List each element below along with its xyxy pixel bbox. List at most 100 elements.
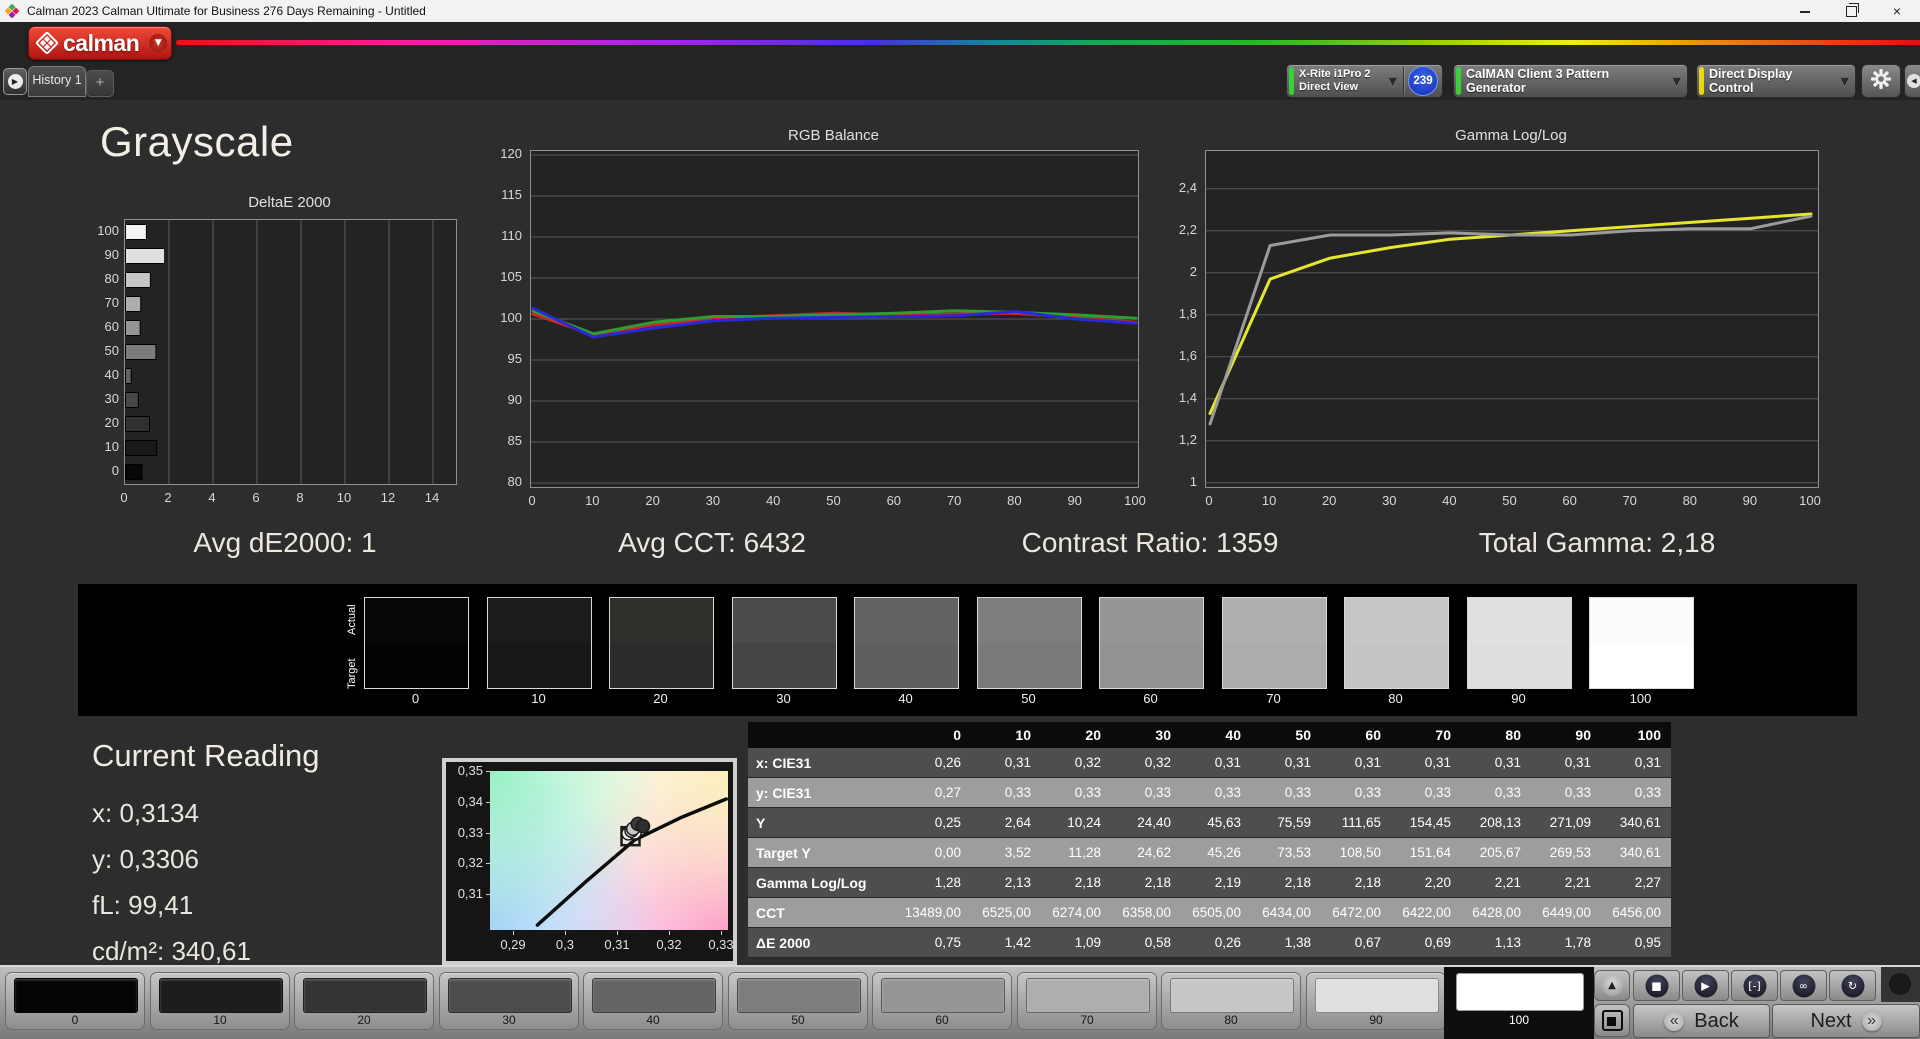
- calman-menu-button[interactable]: calman ▼: [28, 26, 172, 60]
- table-cell: 6274,00: [1041, 897, 1111, 928]
- table-cell: 2,18: [1041, 867, 1111, 898]
- table-cell: 271,09: [1531, 807, 1601, 838]
- display-control-dropdown[interactable]: Direct Display Control ▼: [1696, 64, 1856, 98]
- window-square-icon: [1601, 1010, 1623, 1031]
- settings-button[interactable]: [1861, 64, 1901, 98]
- current-reading-cdm2: cd/m²: 340,61: [92, 936, 251, 966]
- table-cell: 1,78: [1531, 927, 1601, 958]
- swatch-actual: [733, 598, 836, 643]
- next-button[interactable]: Next »: [1772, 1004, 1920, 1038]
- gamma-xtick-label: 20: [1321, 493, 1337, 508]
- display-control-label: Direct Display Control: [1709, 67, 1793, 95]
- minimize-button[interactable]: [1782, 0, 1828, 22]
- table-cell: 0,31: [1601, 748, 1671, 778]
- table-row-label: Gamma Log/Log: [748, 867, 901, 898]
- pattern-window-button[interactable]: [-]: [1731, 970, 1778, 1001]
- pattern-level-button-10[interactable]: 10: [150, 972, 290, 1030]
- deltae-ytick-label: 10: [104, 439, 119, 454]
- pattern-swatch: [1170, 978, 1294, 1013]
- pattern-level-button-50[interactable]: 50: [728, 972, 868, 1030]
- continuous-measure-button[interactable]: ∞: [1780, 970, 1827, 1001]
- swatch-target: [1100, 643, 1203, 688]
- sidebar-expand-button[interactable]: ▶: [3, 68, 27, 95]
- restore-button[interactable]: [1828, 0, 1874, 22]
- collapse-panel-button[interactable]: ◀: [1904, 64, 1920, 98]
- cie-ytick-mark: [486, 894, 490, 895]
- deltae-ytick-label: 90: [104, 247, 119, 262]
- rgb-ytick-label: 80: [507, 474, 522, 489]
- play-button[interactable]: ▶: [1682, 970, 1729, 1001]
- table-cell: 6449,00: [1531, 897, 1601, 928]
- table-cell: 0,69: [1391, 927, 1461, 958]
- back-button[interactable]: « Back: [1633, 1004, 1770, 1038]
- table-cell: 2,19: [1181, 867, 1251, 898]
- table-cell: 6472,00: [1321, 897, 1391, 928]
- gamma-xtick-label: 80: [1682, 493, 1698, 508]
- deltae-ytick-label: 20: [104, 415, 119, 430]
- gamma-target-gamma-line: [1208, 212, 1813, 415]
- deltae-xtick-label: 10: [336, 490, 352, 505]
- grayscale-swatch: [1589, 597, 1694, 689]
- table-cell: 2,21: [1531, 867, 1601, 898]
- measurement-table: 0 10 20 30 40 50 60 70 80 90 100 x: CIE31 0,26 0,31 0,…: [748, 722, 1671, 958]
- pattern-level-button-70[interactable]: 70: [1017, 972, 1157, 1030]
- pattern-level-button-30[interactable]: 30: [439, 972, 579, 1030]
- swatch-actual: [855, 598, 958, 643]
- table-cell: 1,38: [1251, 927, 1321, 958]
- table-cell: 0,26: [1181, 927, 1251, 958]
- pattern-window-toggle-button[interactable]: [1594, 1004, 1630, 1037]
- rgb-ytick-label: 120: [500, 146, 522, 161]
- table-cell: 2,20: [1391, 867, 1461, 898]
- pattern-level-button-40[interactable]: 40: [583, 972, 723, 1030]
- table-row: x: CIE31 0,26 0,31 0,32 0,32 0,31 0,31 0,31 0,31…: [748, 748, 1671, 778]
- table-cell: 45,63: [1181, 807, 1251, 838]
- swatch-level-label: 30: [776, 691, 791, 706]
- swatch-target: [365, 643, 468, 688]
- swatch-target: [855, 643, 958, 688]
- pattern-level-button-0[interactable]: 0: [5, 972, 145, 1030]
- grayscale-swatch: [1467, 597, 1572, 689]
- deltae-ytick-label: 50: [104, 343, 119, 358]
- pattern-level-button-100[interactable]: 100: [1444, 967, 1594, 1039]
- refresh-button[interactable]: ↻: [1829, 970, 1876, 1001]
- measurement-point: [635, 819, 651, 834]
- pattern-level-button-90[interactable]: 90: [1306, 972, 1446, 1030]
- stat-total-gamma: Total Gamma: 2,18: [1478, 527, 1716, 558]
- pattern-level-label: 70: [1080, 1013, 1094, 1027]
- table-cell: 6434,00: [1251, 897, 1321, 928]
- pattern-level-label: 80: [1224, 1013, 1238, 1027]
- table-cell: 0,33: [1461, 777, 1531, 808]
- table-row: ΔE 2000 0,75 1,42 1,09 0,58 0,26 1,38 0,67 0,69 1…: [748, 927, 1671, 958]
- divider: [1403, 67, 1404, 95]
- patch-scroll-up-button[interactable]: ▲: [1594, 970, 1630, 1001]
- swatch-level-label: 90: [1511, 691, 1526, 706]
- meter-count-badge[interactable]: 239: [1408, 66, 1438, 96]
- pattern-swatch: [303, 978, 427, 1013]
- pattern-window-icon: [-]: [1743, 974, 1766, 997]
- close-button[interactable]: ×: [1874, 0, 1920, 22]
- pattern-level-button-20[interactable]: 20: [294, 972, 434, 1030]
- deltae-xtick-label: 14: [424, 490, 440, 505]
- tab-history-1[interactable]: History 1: [28, 66, 86, 97]
- pattern-generator-dropdown[interactable]: CalMAN Client 3 Pattern Generator ▼: [1453, 64, 1688, 98]
- pattern-swatch: [881, 978, 1005, 1013]
- stop-button[interactable]: ■: [1633, 970, 1680, 1001]
- table-cell: 269,53: [1531, 837, 1601, 868]
- cie-xtick-label: 0,33: [708, 937, 734, 952]
- table-cell: 0,33: [1601, 777, 1671, 808]
- table-cell: 0,75: [901, 927, 971, 958]
- pattern-generator-status-bar: [1456, 67, 1461, 95]
- cie-xtick-mark: [668, 931, 670, 935]
- cie-ytick-label: 0,32: [457, 855, 483, 871]
- meter-dropdown[interactable]: X-Rite i1Pro 2 Direct View ▼ 239: [1286, 64, 1443, 98]
- table-row-label: ΔE 2000: [748, 927, 901, 958]
- pattern-swatch: [14, 978, 138, 1013]
- next-chevron-icon: »: [1861, 1011, 1882, 1031]
- swatch-level-label: 40: [898, 691, 913, 706]
- swatch-actual: [1468, 598, 1571, 643]
- cie-ytick-label: 0,31: [457, 886, 483, 901]
- pattern-level-button-80[interactable]: 80: [1161, 972, 1301, 1030]
- add-tab-button[interactable]: +: [86, 70, 114, 97]
- pattern-level-button-60[interactable]: 60: [872, 972, 1012, 1030]
- grayscale-swatch: [364, 597, 469, 689]
